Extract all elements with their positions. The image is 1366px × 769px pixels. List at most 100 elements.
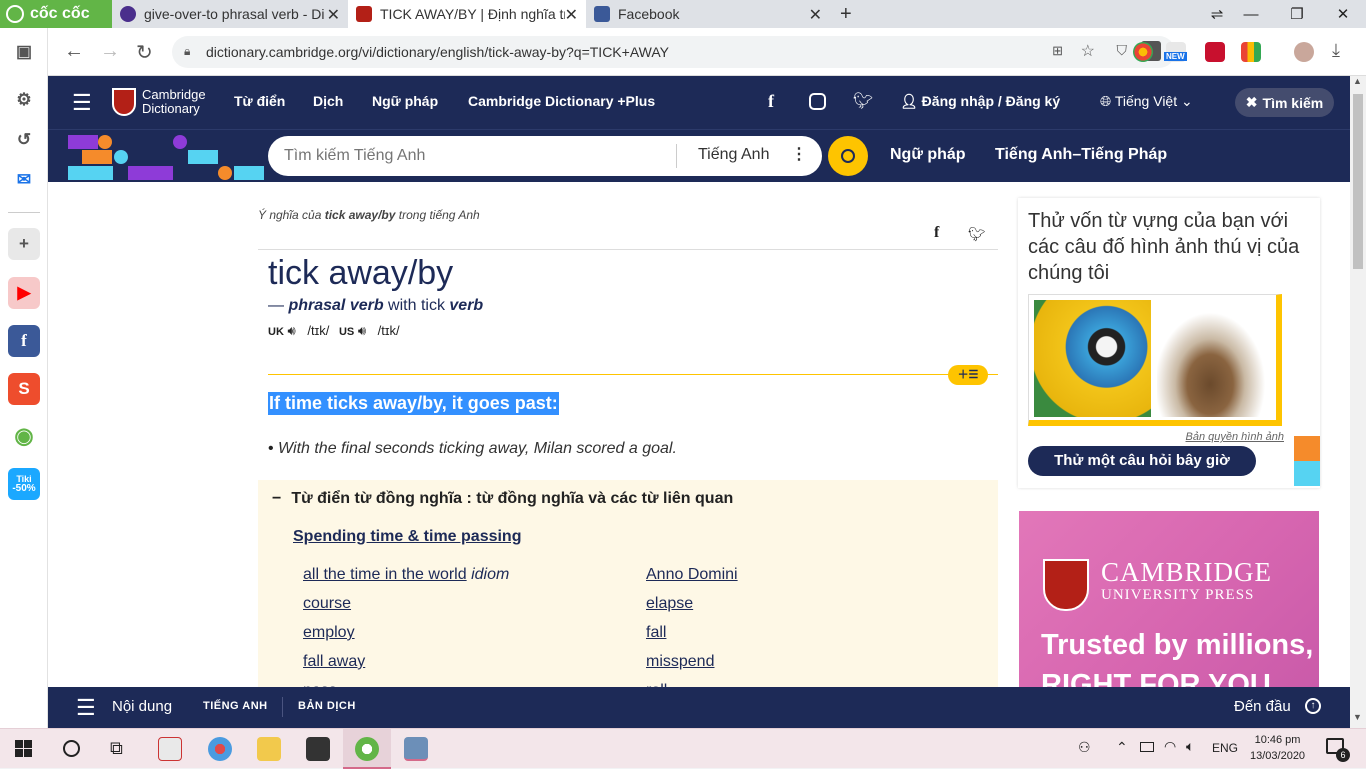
tab-give-over[interactable]: give-over-to phrasal verb - Di ✕ [112,0,348,28]
app-icon[interactable] [208,737,232,761]
coccoc-icon[interactable]: ◉ [8,420,40,452]
battery-icon[interactable] [1140,742,1154,752]
page-scrollbar[interactable]: ▲ ▼ [1350,76,1366,728]
colorful-extension-icon[interactable] [1241,42,1261,62]
task-view-icon[interactable]: ⧉ [110,738,123,759]
facebook-icon[interactable]: f [768,91,774,112]
file-explorer-icon[interactable] [257,737,281,761]
shield-icon[interactable]: ⛉ [1117,42,1128,59]
reload-icon[interactable]: ↻ [136,40,153,65]
shopee-icon[interactable]: S [8,373,40,405]
wifi-icon[interactable]: ◠ [1164,738,1176,755]
share-facebook-icon[interactable]: f [934,224,939,242]
app-icon[interactable] [404,737,428,761]
thesaurus-header[interactable]: − Từ điển từ đồng nghĩa : từ đồng nghĩa v… [272,490,733,508]
close-tab-icon[interactable]: ✕ [327,5,340,25]
close-tab-icon[interactable]: ✕ [565,5,578,25]
nav-plus[interactable]: Cambridge Dictionary +Plus [468,93,655,109]
search-circle-icon[interactable] [63,740,80,757]
related-word-link[interactable]: roll [646,676,738,687]
related-word-link[interactable]: fall away [303,647,509,676]
back-arrow-icon[interactable]: ← [64,40,84,63]
close-window-button[interactable]: ✕ [1320,0,1366,28]
tab-translation[interactable]: BẢN DỊCH [298,700,356,712]
sticky-notes-icon[interactable] [306,737,330,761]
facebook-icon[interactable]: f [8,325,40,357]
thesaurus-category-link[interactable]: Spending time & time passing [293,528,521,546]
app-icon[interactable] [158,737,182,761]
add-icon[interactable]: + [8,228,40,260]
youtube-icon[interactable]: ▶ [8,277,40,309]
more-options-icon[interactable]: ⋮ [791,144,807,164]
contents-label[interactable]: Nội dung [112,698,172,715]
downloads-icon[interactable]: ⤓ [1332,40,1340,61]
new-tab-button[interactable]: + [832,0,862,28]
grammar-link[interactable]: Ngữ pháp [890,146,966,164]
adblock-extension-icon[interactable] [1205,42,1225,62]
gear-icon[interactable]: ⚙ [8,84,40,116]
sidebar-toggle-icon[interactable]: ▣ [8,36,40,68]
search-button[interactable] [828,136,868,176]
related-word-link[interactable]: fall [646,618,738,647]
english-french-link[interactable]: Tiếng Anh–Tiếng Pháp [995,146,1167,164]
coccoc-brand[interactable]: cốc cốc [0,0,112,28]
address-bar[interactable]: 🔒︎ dictionary.cambridge.org/vi/dictionar… [172,36,1175,68]
related-words-left: all the time in the world idiom course e… [303,560,509,687]
windows-start-icon[interactable] [15,740,32,757]
translate-icon[interactable]: ⊞ [1052,43,1063,59]
add-to-list-button[interactable]: ＋☰ [948,365,988,385]
arrow-up-circle-icon[interactable]: ↑ [1305,698,1321,714]
tab-facebook[interactable]: Facebook ✕ [586,0,830,28]
new-extension-icon[interactable]: NEW [1164,42,1187,62]
search-toggle-button[interactable]: ✖ Tìm kiếm [1235,88,1334,117]
dictionary-select[interactable]: Tiếng Anh [698,146,769,164]
cambridge-logo[interactable]: Cambridge Dictionary [112,86,206,118]
minimize-button[interactable]: — [1228,0,1274,28]
share-twitter-icon[interactable]: 🐦︎ [968,226,986,243]
related-word-link[interactable]: Anno Domini [646,560,738,589]
people-icon[interactable]: ⚇ [1078,739,1091,756]
star-icon[interactable]: ☆ [1081,41,1095,61]
related-word-link[interactable]: pass [303,676,509,687]
related-word-link[interactable]: elapse [646,589,738,618]
tab-english[interactable]: TIẾNG ANH [203,700,268,712]
clock[interactable]: 10:46 pm 13/03/2020 [1250,732,1305,764]
contents-menu-icon[interactable]: ☰ [76,695,96,721]
close-tab-icon[interactable]: ✕ [809,5,822,25]
tab-tick-away[interactable]: TICK AWAY/BY | Định nghĩa tr ✕ [348,0,586,28]
search-input[interactable] [284,145,654,167]
quiz-start-button[interactable]: Thử một câu hỏi bây giờ [1028,446,1256,476]
uk-speaker-icon[interactable]: 🔊︎ [288,323,296,338]
nav-dictionary[interactable]: Từ điển [234,93,285,109]
maximize-button[interactable]: ❐ [1274,0,1320,28]
forward-arrow-icon[interactable]: → [100,40,120,63]
cup-advertisement[interactable]: CAMBRIDGE UNIVERSITY PRESS Trusted by mi… [1019,511,1319,687]
back-to-top-label[interactable]: Đến đầu [1234,698,1291,715]
twitter-icon[interactable]: 🐦︎ [853,91,873,111]
us-speaker-icon[interactable]: 🔊︎ [358,323,366,338]
language-select[interactable]: 🌐︎ Tiếng Việt ⌄ [1100,93,1193,110]
history-icon[interactable]: ↺ [8,124,40,156]
scroll-down-icon[interactable]: ▼ [1353,712,1362,722]
hamburger-menu-icon[interactable]: ☰ [72,90,92,116]
coccoc-extension-icon[interactable] [1133,42,1153,62]
related-word-link[interactable]: misspend [646,647,738,676]
quiz-image-frame[interactable] [1028,294,1282,426]
scroll-up-icon[interactable]: ▲ [1353,76,1362,86]
messenger-icon[interactable]: ✉ [8,164,40,196]
related-word-link[interactable]: course [303,589,509,618]
nav-translate[interactable]: Dịch [313,93,343,109]
related-word-link[interactable]: all the time in the world idiom [303,560,509,589]
instagram-icon[interactable] [809,93,826,110]
chevron-up-icon[interactable]: ⌃ [1116,739,1128,756]
coccoc-taskbar-icon[interactable] [355,737,379,761]
scroll-thumb[interactable] [1353,94,1363,269]
tiki-icon[interactable]: Tiki -50% [8,468,40,500]
input-language[interactable]: ENG [1212,741,1238,755]
nav-grammar[interactable]: Ngữ pháp [372,93,438,109]
image-credit-link[interactable]: Bản quyền hình ảnh [1186,431,1284,443]
volume-icon[interactable]: 🔈︎ [1186,738,1194,755]
login-link[interactable]: 👤︎ Đăng nhập / Đăng ký [900,93,1060,110]
profile-avatar[interactable] [1294,42,1314,62]
related-word-link[interactable]: employ [303,618,509,647]
